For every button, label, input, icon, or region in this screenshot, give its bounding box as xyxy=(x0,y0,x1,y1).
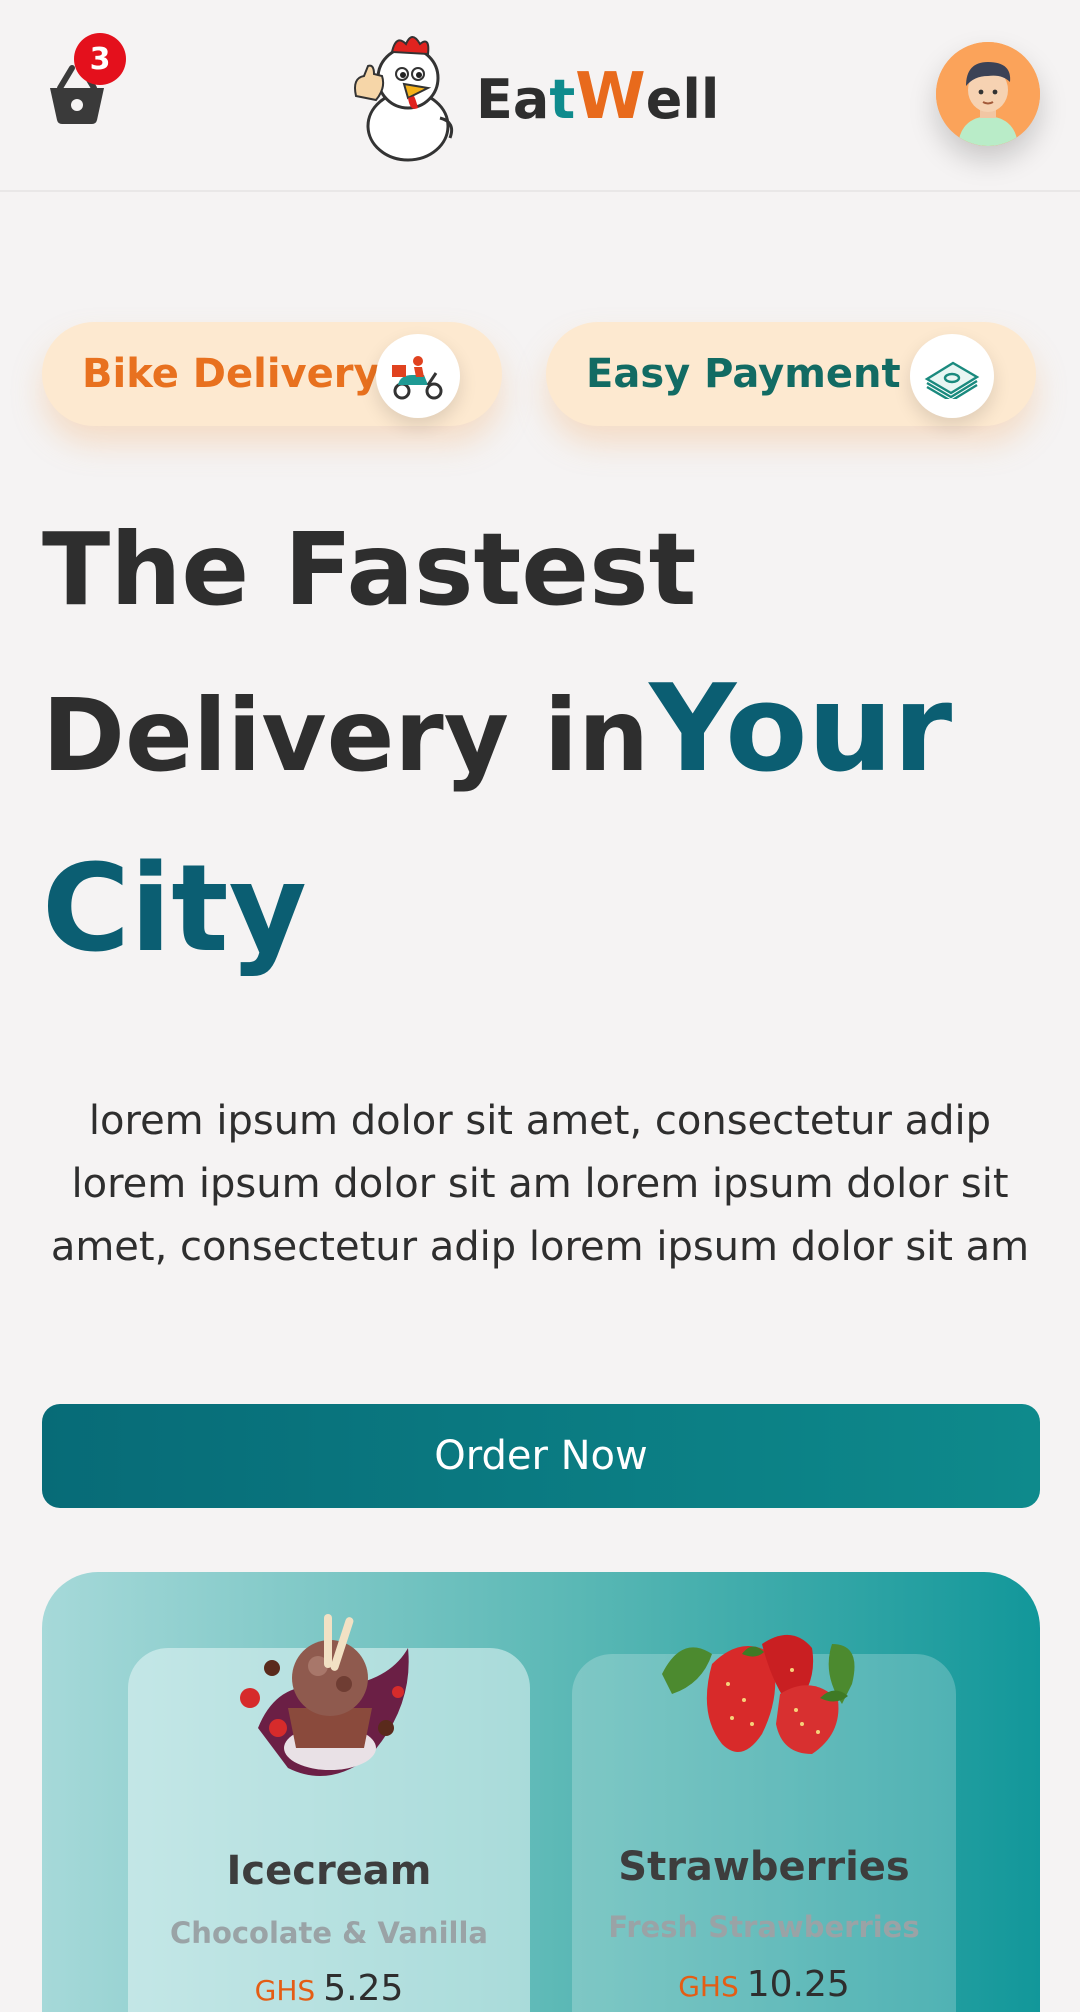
price-value: 10.25 xyxy=(746,1964,850,2005)
hero-line-2: Delivery inYour xyxy=(42,640,1052,820)
order-now-button[interactable]: Order Now xyxy=(42,1404,1040,1508)
scooter-icon xyxy=(376,334,460,418)
user-icon xyxy=(936,42,1040,146)
brand-name: Ea t Well xyxy=(476,60,720,134)
feature-label-bike-delivery: Bike Delivery xyxy=(82,351,380,397)
hero-accent-your: Your xyxy=(649,660,953,799)
product-card-icecream[interactable]: Icecream Chocolate & Vanilla GHS 5.25 xyxy=(128,1614,530,2012)
product-card-strawberries[interactable]: Strawberries Fresh Strawberries GHS 10.25 xyxy=(572,1634,956,2012)
featured-products: Icecream Chocolate & Vanilla GHS 5.25 St… xyxy=(42,1572,1040,2012)
hero-accent-city: City xyxy=(42,840,307,979)
feature-chip-bike-delivery[interactable]: Bike Delivery xyxy=(42,322,502,426)
feature-label-easy-payment: Easy Payment xyxy=(586,351,901,397)
hero-line-3: City xyxy=(42,820,1052,1000)
price-currency: GHS xyxy=(254,1974,316,2007)
price-currency: GHS xyxy=(678,1970,739,2003)
product-price: GHS 10.25 xyxy=(572,1964,956,2005)
hero-heading: The Fastest Delivery inYour City xyxy=(42,500,1052,1000)
product-name: Icecream xyxy=(226,1848,432,1894)
strawberries-image xyxy=(652,1614,872,1774)
chicken-mascot-logo xyxy=(346,26,466,162)
hero-line-1: The Fastest xyxy=(42,511,697,628)
cart-count-badge: 3 xyxy=(74,33,126,85)
brand-part-4: ell xyxy=(645,68,720,131)
product-subtitle: Fresh Strawberries xyxy=(608,1910,920,1944)
app-header: 3 Ea t Well xyxy=(0,0,1080,192)
hero-line-2-text: Delivery in xyxy=(42,677,650,794)
brand-part-1: Ea xyxy=(476,68,550,131)
price-value: 5.25 xyxy=(323,1968,404,2009)
feature-chip-easy-payment[interactable]: Easy Payment xyxy=(546,322,1036,426)
product-subtitle: Chocolate & Vanilla xyxy=(170,1916,488,1950)
icecream-image xyxy=(218,1588,438,1808)
cash-icon xyxy=(910,334,994,418)
brand-part-3: W xyxy=(575,60,646,134)
product-price: GHS 5.25 xyxy=(128,1968,530,2009)
hero-description: lorem ipsum dolor sit amet, consectetur … xyxy=(50,1098,1030,1270)
brand-part-2: t xyxy=(549,68,576,131)
user-avatar[interactable] xyxy=(936,42,1040,146)
product-name: Strawberries xyxy=(618,1844,910,1890)
